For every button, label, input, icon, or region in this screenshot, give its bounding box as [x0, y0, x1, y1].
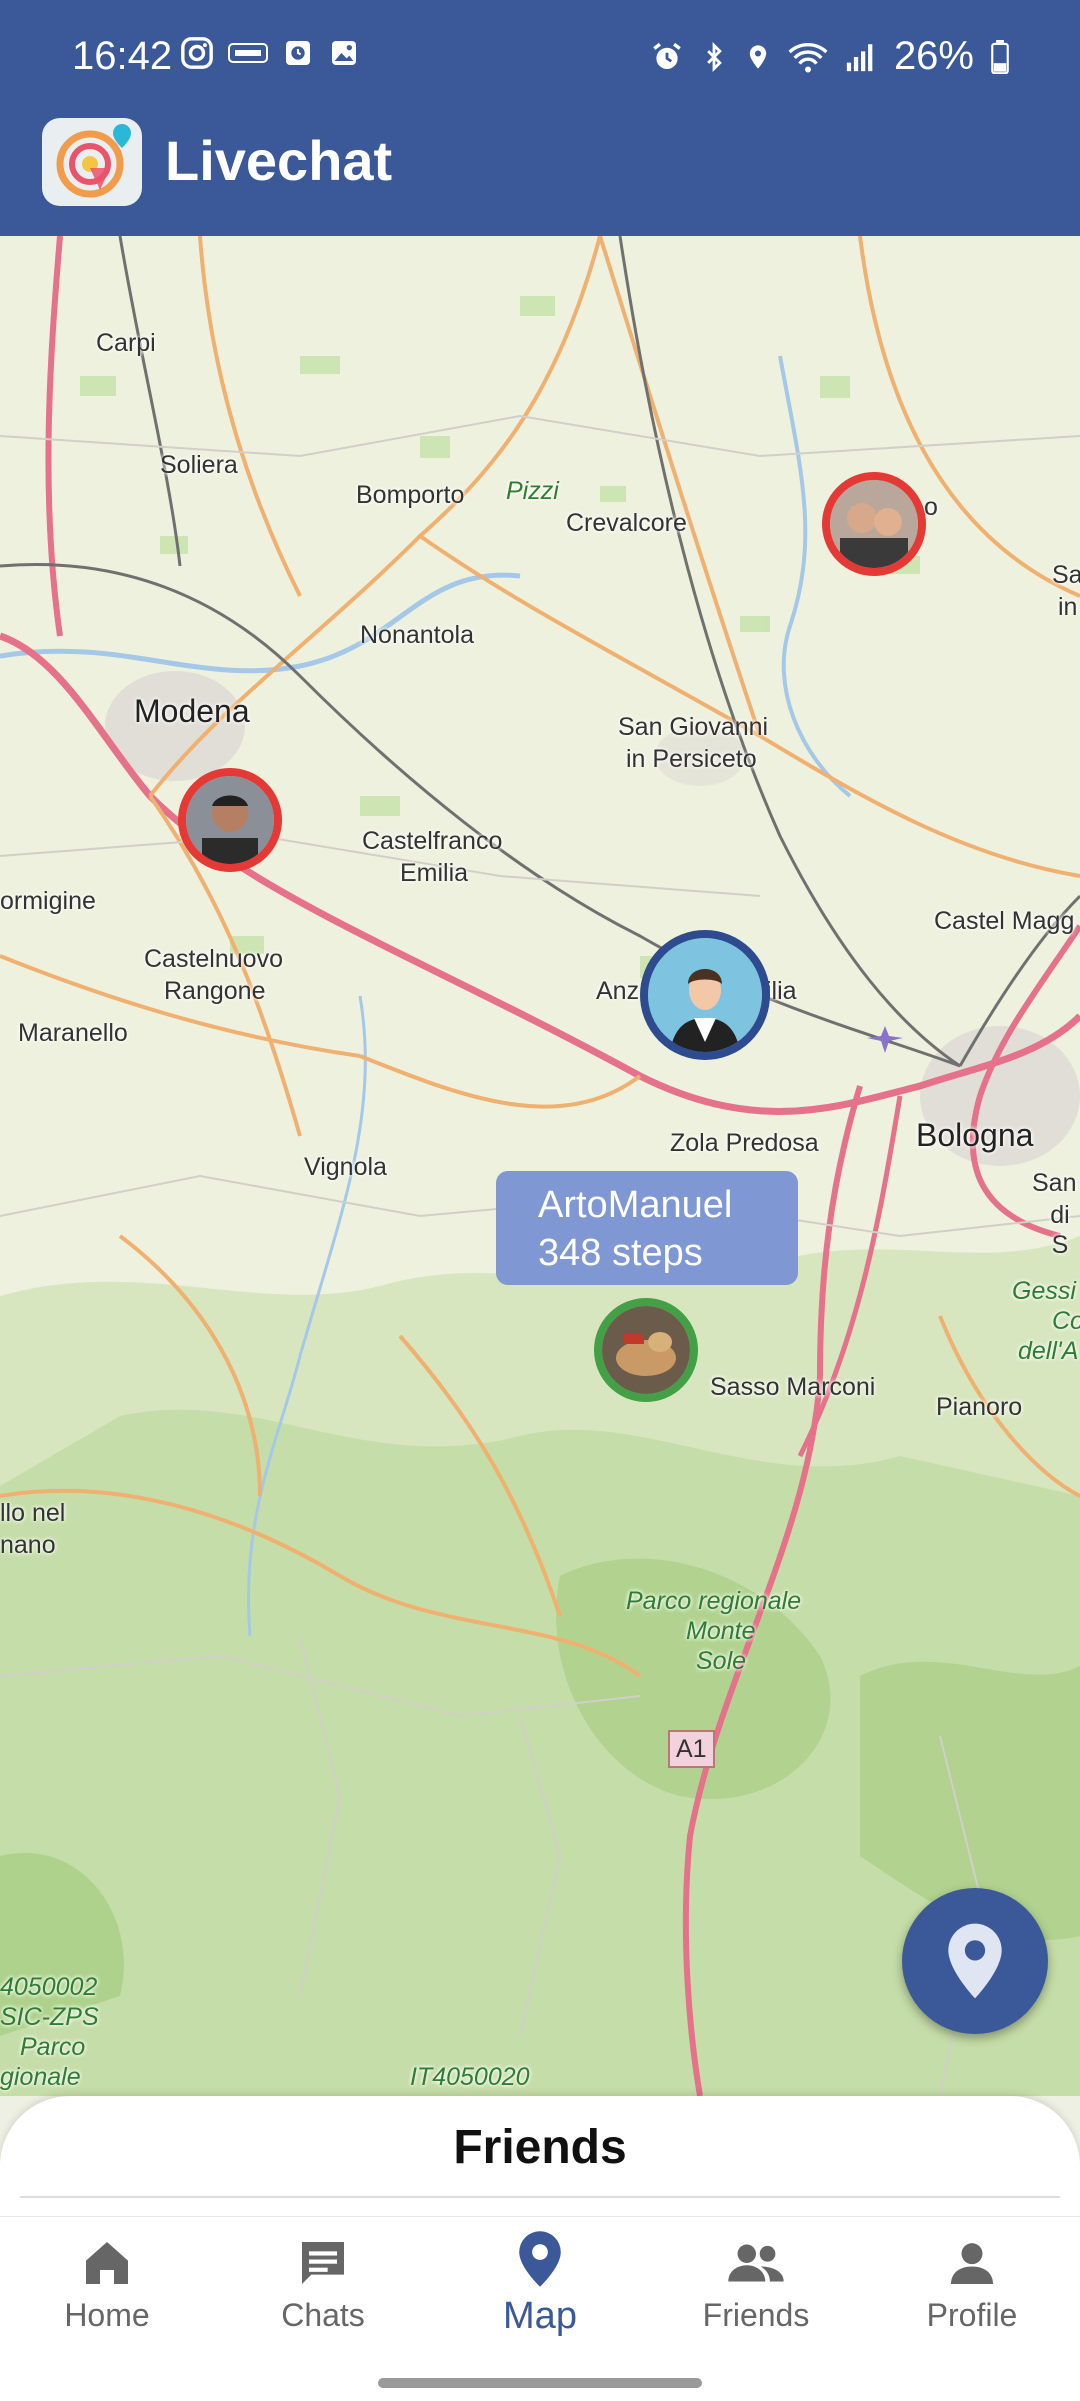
app-logo-icon — [42, 118, 142, 206]
tooltip-steps: 348 steps — [538, 1232, 703, 1274]
friend-marker-dog[interactable] — [594, 1298, 698, 1402]
nav-friends[interactable]: Friends — [656, 2235, 856, 2334]
place-label: Castel Magg — [934, 907, 1075, 935]
place-label: Sasso Marconi — [710, 1373, 876, 1401]
signal-icon — [846, 43, 873, 71]
osm-icon — [228, 43, 268, 63]
map-pin-icon — [948, 1923, 1002, 1999]
place-label: Zola Predosa — [670, 1129, 819, 1157]
current-user-marker[interactable] — [640, 930, 770, 1060]
person-icon — [951, 2243, 993, 2284]
battery-icon — [991, 39, 1009, 74]
place-label: IT4050020 — [410, 2063, 530, 2091]
place-label: San Giovanni — [618, 713, 769, 741]
place-label: in Persiceto — [626, 745, 757, 773]
map-view[interactable]: Carpi Soliera Bomporto Pizzi Crevalcore … — [0, 236, 1080, 2096]
place-label: Castelfranco — [362, 827, 503, 855]
status-right-icons: 26% — [650, 34, 1010, 79]
place-label: ormigine — [0, 887, 96, 915]
bluetooth-icon — [707, 41, 722, 72]
friend-marker-couple[interactable] — [822, 472, 926, 576]
friends-icon — [728, 2244, 784, 2282]
nav-home-label: Home — [64, 2297, 150, 2333]
status-time: 16:42 — [72, 34, 173, 78]
avatar-photo — [602, 1306, 690, 1394]
place-label: Bomporto — [356, 481, 465, 509]
place-label: Crevalcore — [566, 509, 687, 537]
place-label: Carpi — [96, 329, 156, 357]
place-label: nano — [0, 1531, 56, 1559]
place-label: Bologna — [916, 1117, 1034, 1153]
place-label: gionale — [0, 2063, 81, 2091]
wifi-icon — [788, 42, 828, 72]
highway-shield: A1 — [668, 1730, 715, 1768]
tooltip-username: ArtoManuel — [538, 1184, 733, 1226]
nav-profile[interactable]: Profile — [872, 2235, 1072, 2334]
instagram-icon — [181, 37, 213, 69]
place-label: Maranello — [18, 1019, 128, 1047]
place-label: Castelnuovo — [144, 945, 283, 973]
nav-chats-label: Chats — [281, 2297, 365, 2333]
place-label: SIC-ZPS — [0, 2003, 99, 2031]
friend-marker-man[interactable] — [178, 768, 282, 872]
place-label: Sole — [696, 1647, 747, 1675]
place-label: Co — [1052, 1307, 1080, 1335]
place-label: Nonantola — [360, 621, 474, 649]
place-label: dell'A — [1018, 1337, 1079, 1365]
place-label: Soliera — [160, 451, 238, 479]
locate-me-button[interactable] — [902, 1888, 1048, 2034]
place-label: llo nel — [0, 1499, 66, 1527]
marker-info-tooltip[interactable]: ArtoManuel 348 steps — [496, 1171, 798, 1285]
alarm-icon — [653, 42, 681, 69]
nav-chats[interactable]: Chats — [223, 2235, 423, 2334]
avatar-photo — [830, 480, 918, 568]
place-label: Sa — [1052, 561, 1080, 589]
place-label: Vignola — [304, 1153, 387, 1181]
divider — [20, 2196, 1060, 2198]
place-label: Parco — [20, 2033, 86, 2061]
place-label: Gessi — [1012, 1277, 1076, 1305]
clock-app-icon — [286, 41, 310, 65]
place-label: Anz — [596, 977, 640, 1005]
place-label: di S — [1050, 1201, 1070, 1259]
nav-map[interactable]: Map — [440, 2229, 640, 2338]
chat-icon — [302, 2242, 344, 2284]
place-label: Parco regionale — [626, 1587, 802, 1615]
battery-percent: 26% — [893, 34, 974, 78]
location-icon — [749, 44, 767, 69]
place-label: Monte — [686, 1617, 756, 1645]
place-label: Emilia — [400, 859, 469, 887]
nav-home[interactable]: Home — [7, 2235, 207, 2334]
nav-profile-label: Profile — [926, 2297, 1018, 2333]
place-label: Modena — [134, 693, 250, 729]
nav-map-label: Map — [503, 2295, 577, 2337]
place-label: ilia — [766, 977, 797, 1005]
nav-friends-label: Friends — [702, 2297, 810, 2333]
place-label: San — [1032, 1169, 1077, 1197]
app-bar: Livechat — [0, 118, 1080, 236]
place-label: Pizzi — [506, 477, 559, 505]
bottom-navigation: Home Chats Map Friends Profile — [0, 2216, 1080, 2401]
map-pin-icon — [519, 2231, 561, 2287]
status-bar: 16:42 26% — [0, 0, 1080, 118]
app-title: Livechat — [165, 129, 393, 192]
home-icon — [86, 2242, 128, 2284]
friends-bottom-sheet[interactable]: Friends — [0, 2096, 1080, 2216]
friends-sheet-title: Friends — [453, 2121, 627, 2174]
place-label: o — [924, 493, 938, 521]
status-left-icons — [180, 36, 360, 70]
place-label: in — [1058, 593, 1078, 621]
avatar-illustration — [648, 938, 762, 1052]
place-label: 4050002 — [0, 1973, 98, 2001]
place-label: Pianoro — [936, 1393, 1023, 1421]
home-indicator[interactable] — [378, 2378, 702, 2388]
place-label: Rangone — [164, 977, 266, 1005]
avatar-photo — [186, 776, 274, 864]
gallery-icon — [332, 41, 356, 65]
